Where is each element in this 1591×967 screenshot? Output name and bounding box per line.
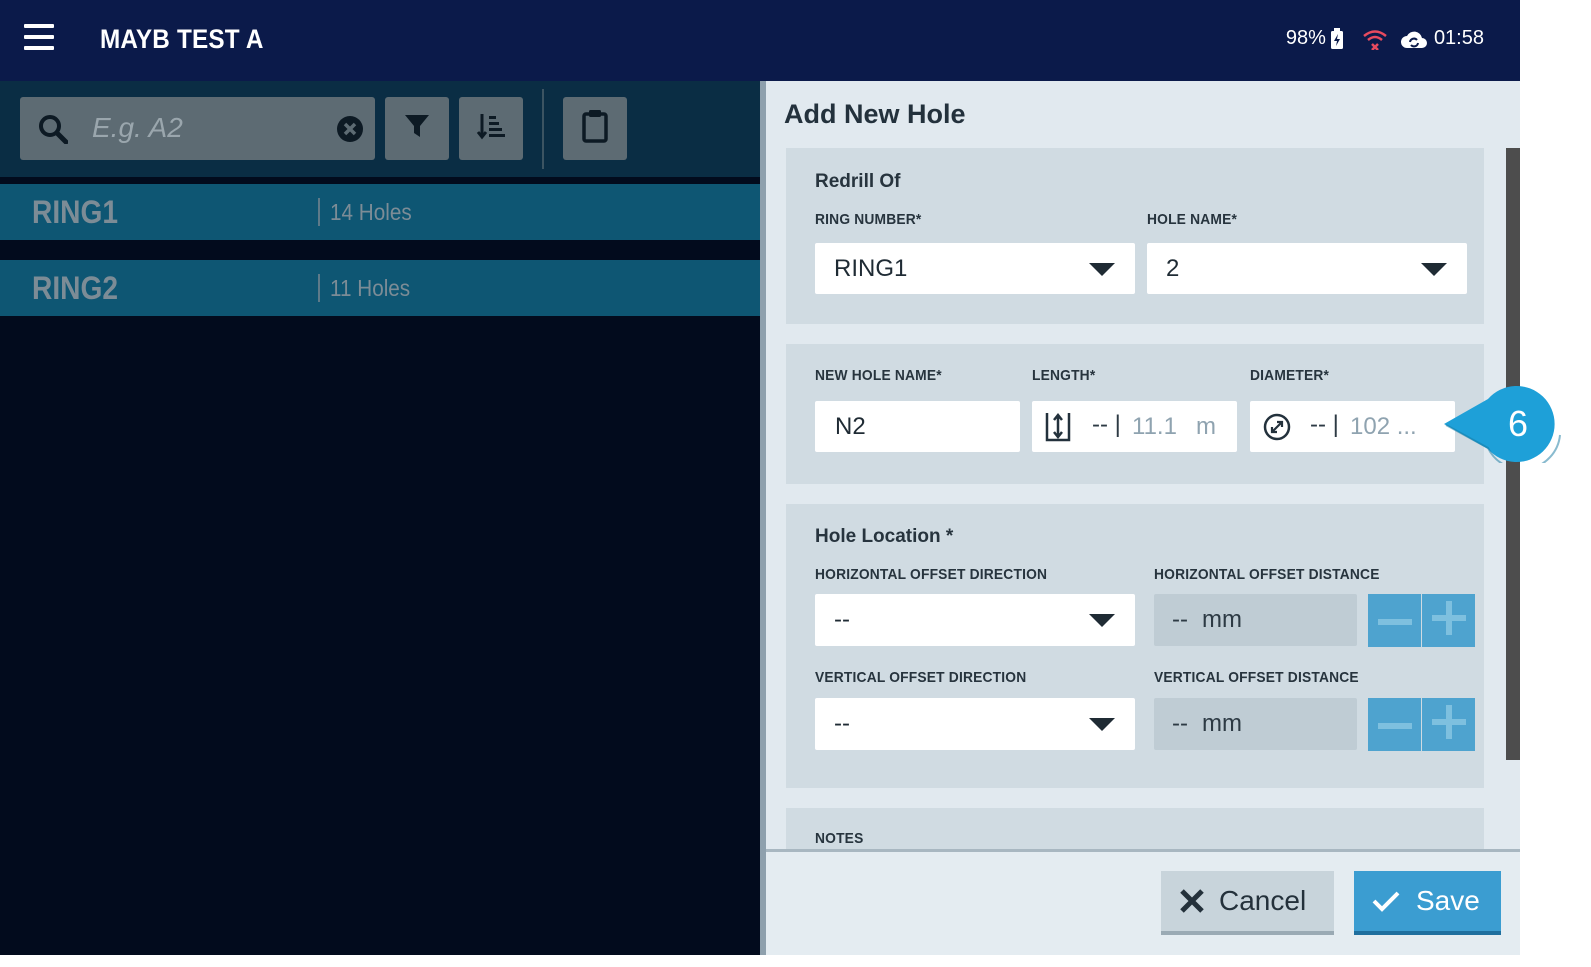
ring-number-select[interactable]: RING1 — [815, 243, 1135, 294]
hole-name-value: 2 — [1166, 255, 1180, 282]
chevron-down-icon — [1089, 263, 1115, 276]
h-distance-label: HORIZONTAL OFFSET DISTANCE — [1154, 566, 1380, 583]
search-icon — [38, 114, 69, 149]
close-icon — [1179, 888, 1205, 914]
redrill-title: Redrill Of — [815, 171, 901, 192]
new-hole-name-value: N2 — [835, 413, 866, 440]
check-icon — [1372, 890, 1400, 912]
h-direction-value: -- — [834, 606, 850, 633]
search-input[interactable] — [92, 109, 312, 147]
panel-title: Add New Hole — [784, 99, 966, 129]
v-distance-input[interactable]: -- mm — [1154, 698, 1357, 750]
list-item-ring1[interactable]: RING1 14 Holes — [0, 184, 760, 240]
plus-icon — [1431, 705, 1466, 744]
battery-level: 98% — [1285, 27, 1326, 49]
v-direction-select[interactable]: -- — [815, 698, 1135, 750]
hole-location-title: Hole Location * — [815, 526, 954, 547]
filter-button[interactable] — [385, 97, 449, 160]
v-distance-increment-button[interactable] — [1422, 698, 1475, 751]
length-input[interactable]: -- | 11.1 m — [1032, 401, 1237, 452]
hole-count: 11 Holes — [330, 275, 411, 301]
length-unit: m — [1196, 413, 1216, 440]
sort-button[interactable] — [459, 97, 523, 160]
status-bar: 98% 01:58 — [1286, 27, 1484, 50]
minus-icon — [1377, 612, 1412, 630]
cloud-sync-icon — [1400, 28, 1428, 50]
h-direction-select[interactable]: -- — [815, 594, 1135, 646]
v-distance-label: VERTICAL OFFSET DISTANCE — [1154, 669, 1359, 686]
app-window: MAYB TEST A 98% 01:58 E.g. A2 RING1 14 H… — [0, 0, 1520, 955]
row-divider — [318, 274, 320, 302]
sort-icon — [476, 111, 506, 146]
row-divider — [318, 198, 320, 226]
v-distance-decrement-button[interactable] — [1368, 698, 1421, 751]
notes-card: NOTES — [786, 808, 1484, 849]
list-toolbar — [0, 81, 760, 177]
cancel-label: Cancel — [1219, 885, 1307, 916]
diameter-label: DIAMETER* — [1250, 367, 1330, 384]
ring-name: RING2 — [32, 270, 119, 306]
form-footer: Cancel Save — [766, 852, 1520, 955]
clear-icon[interactable] — [336, 115, 364, 148]
new-hole-card: NEW HOLE NAME* LENGTH* DIAMETER* N2 -- |… — [786, 344, 1484, 484]
ring-list-panel: RING1 14 Holes RING2 11 Holes — [0, 81, 760, 955]
v-distance-unit: mm — [1202, 710, 1242, 737]
h-direction-label: HORIZONTAL OFFSET DIRECTION — [815, 566, 1048, 583]
search-box[interactable] — [20, 97, 375, 160]
hole-location-card: Hole Location * HORIZONTAL OFFSET DIRECT… — [786, 504, 1484, 788]
hole-name-label: HOLE NAME* — [1147, 211, 1238, 228]
diameter-value: 102 ... — [1350, 413, 1417, 440]
cancel-button[interactable]: Cancel — [1161, 871, 1334, 935]
chevron-down-icon — [1089, 614, 1115, 627]
ring-number-value: RING1 — [834, 255, 908, 282]
callout-number: 6 — [1507, 403, 1529, 444]
h-distance-unit: mm — [1202, 606, 1242, 633]
clock: 01:58 — [1433, 27, 1484, 49]
chevron-down-icon — [1421, 263, 1447, 276]
redrill-card: Redrill Of RING NUMBER* HOLE NAME* RING1… — [786, 148, 1484, 324]
top-bar: MAYB TEST A 98% 01:58 — [0, 0, 1520, 81]
notes-label: NOTES — [815, 830, 864, 847]
v-distance-value: -- — [1172, 710, 1188, 737]
new-hole-name-label: NEW HOLE NAME* — [815, 367, 942, 384]
callout-badge: 6 — [1444, 385, 1568, 471]
battery-icon — [1330, 27, 1344, 50]
ring-number-label: RING NUMBER* — [815, 211, 922, 228]
add-hole-panel: Add New Hole Redrill Of RING NUMBER* HOL… — [766, 81, 1520, 955]
wifi-off-icon — [1362, 28, 1388, 50]
v-direction-value: -- — [834, 710, 850, 737]
list-item-ring2[interactable]: RING2 11 Holes — [0, 260, 760, 316]
length-label: LENGTH* — [1032, 367, 1096, 384]
clipboard-icon — [581, 109, 609, 148]
v-direction-label: VERTICAL OFFSET DIRECTION — [815, 669, 1027, 686]
h-distance-value: -- — [1172, 606, 1188, 633]
h-distance-increment-button[interactable] — [1422, 594, 1475, 647]
app-title: MAYB TEST A — [100, 24, 264, 54]
h-distance-input[interactable]: -- mm — [1154, 594, 1357, 646]
menu-icon[interactable] — [24, 24, 54, 52]
minus-icon — [1377, 716, 1412, 734]
chevron-down-icon — [1089, 718, 1115, 731]
new-hole-name-input[interactable]: N2 — [815, 401, 1020, 452]
diameter-default: -- | — [1310, 411, 1339, 438]
h-distance-decrement-button[interactable] — [1368, 594, 1421, 647]
ring-name: RING1 — [32, 194, 119, 230]
hole-count: 14 Holes — [330, 199, 412, 225]
save-label: Save — [1416, 885, 1480, 916]
hole-name-select[interactable]: 2 — [1147, 243, 1467, 294]
diameter-input[interactable]: -- | 102 ... — [1250, 401, 1455, 452]
plus-icon — [1431, 601, 1466, 640]
diameter-icon — [1262, 412, 1292, 447]
clipboard-button[interactable] — [563, 97, 627, 160]
length-default: -- | — [1092, 411, 1121, 438]
save-button[interactable]: Save — [1354, 871, 1501, 935]
filter-icon — [403, 112, 431, 145]
length-value: 11.1 — [1132, 413, 1177, 440]
toolbar-divider — [542, 89, 544, 169]
length-icon — [1044, 411, 1072, 448]
